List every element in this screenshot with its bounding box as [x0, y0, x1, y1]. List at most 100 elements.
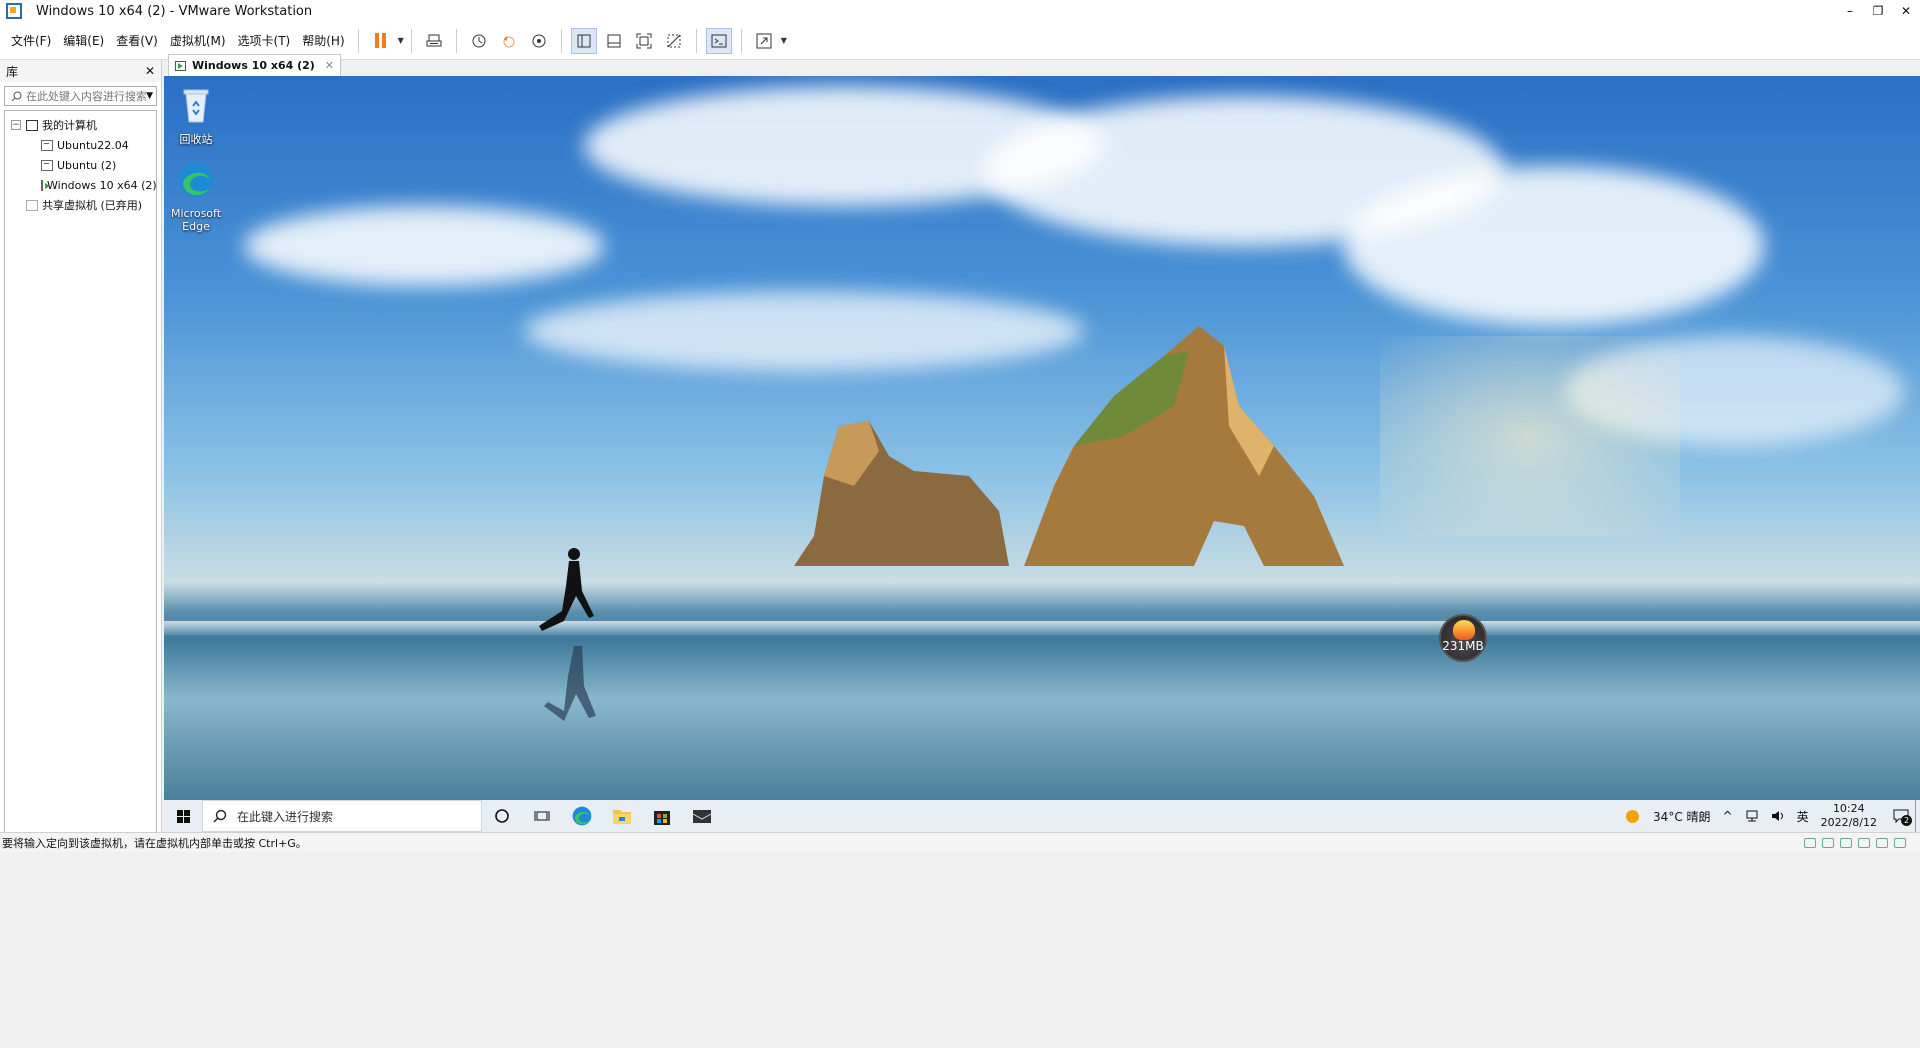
stretch-dropdown[interactable]: ▼ [781, 36, 787, 45]
desktop-icon-label: Microsoft Edge [170, 207, 222, 233]
tab-strip: Windows 10 x64 (2) ✕ [164, 52, 1920, 76]
network-adapter-icon[interactable] [1840, 837, 1852, 848]
show-library-button[interactable] [570, 27, 597, 54]
desktop-icon-edge[interactable]: Microsoft Edge [165, 160, 227, 233]
windows-logo-icon [176, 809, 190, 823]
store-icon [654, 811, 670, 825]
clock-date: 2022/8/12 [1820, 816, 1877, 829]
menu-edit[interactable]: 编辑(E) [57, 22, 110, 60]
tree-item-ubuntu-2[interactable]: Ubuntu (2) [5, 155, 156, 175]
stretch-icon [756, 33, 772, 48]
stretch-button[interactable] [751, 28, 777, 54]
volume-icon[interactable] [1771, 810, 1785, 822]
unity-button[interactable] [661, 28, 687, 54]
cd-dvd-icon[interactable] [1822, 837, 1834, 848]
taskbar-store[interactable] [642, 800, 682, 832]
snapshot-icon [472, 34, 486, 47]
window-title: Windows 10 x64 (2) - VMware Workstation [36, 3, 313, 19]
edge-icon [572, 806, 592, 826]
menu-file[interactable]: 文件(F) [5, 22, 57, 60]
pause-icon [375, 33, 387, 48]
clock[interactable]: 10:24 2022/8/12 [1821, 802, 1877, 830]
weather-sun-icon [1626, 809, 1640, 823]
memory-booster-badge[interactable]: 231MB [1439, 614, 1487, 662]
tab-close-button[interactable]: ✕ [325, 59, 334, 72]
task-view-icon [534, 811, 550, 821]
hard-disk-icon[interactable] [1804, 837, 1816, 848]
cortana-button[interactable] [482, 800, 522, 832]
full-screen-button[interactable] [631, 28, 657, 54]
library-header: 库 ✕ [0, 60, 161, 82]
close-button[interactable]: ✕ [1892, 0, 1920, 22]
printer-icon[interactable] [1858, 837, 1870, 848]
shoreline [164, 621, 1920, 635]
rock-left [794, 421, 1009, 566]
edge-icon [179, 163, 213, 197]
collapse-toggle[interactable]: − [11, 120, 21, 130]
toolbar-separator [560, 28, 562, 53]
library-search-dropdown[interactable]: ▼ [146, 91, 153, 101]
weather-widget[interactable]: 34°C 晴朗 [1653, 808, 1710, 825]
vm-console[interactable]: 回收站 Microsoft Edge 231MB 在此键入进行搜索 34°C 晴… [164, 76, 1920, 832]
pause-button[interactable] [368, 28, 394, 54]
device-status-icons [1804, 837, 1906, 848]
send-ctrl-alt-del-icon [426, 34, 442, 46]
thumbnail-bar-button[interactable] [601, 28, 627, 54]
desktop-icon-recycle-bin[interactable]: 回收站 [165, 84, 227, 147]
tree-item-shared-vms[interactable]: 共享虚拟机 (已弃用) [5, 195, 156, 215]
sound-card-icon[interactable] [1876, 837, 1888, 848]
taskbar-search[interactable]: 在此键入进行搜索 [202, 800, 482, 832]
library-search-input[interactable] [26, 89, 146, 103]
taskbar-mail[interactable] [682, 800, 722, 832]
computer-icon [26, 119, 38, 131]
pause-dropdown[interactable]: ▼ [398, 36, 404, 45]
tree-item-my-computer[interactable]: − 我的计算机 [5, 115, 156, 135]
snapshot-manager-button[interactable] [526, 28, 552, 54]
notification-count: 2 [1901, 815, 1912, 826]
desktop-icon-label: 回收站 [179, 133, 213, 146]
show-library-icon [577, 34, 591, 47]
console-view-button[interactable] [705, 27, 732, 54]
display-icon[interactable] [1894, 837, 1906, 848]
guest-taskbar: 在此键入进行搜索 34°C 晴朗 ^ 英 10:24 2022/8/12 2 [164, 800, 1920, 832]
restore-button[interactable]: ❐ [1864, 0, 1892, 22]
revert-snapshot-icon [503, 35, 515, 47]
library-title: 库 [6, 64, 19, 79]
library-close-button[interactable]: ✕ [145, 64, 155, 78]
action-center-button[interactable]: 2 [1887, 800, 1915, 832]
take-snapshot-button[interactable] [466, 28, 492, 54]
status-bar: 要将输入定向到该虚拟机，请在虚拟机内部单击或按 Ctrl+G。 [0, 832, 1920, 852]
running-vm-icon [175, 60, 186, 71]
tree-item-windows10[interactable]: Windows 10 x64 (2) [5, 175, 157, 195]
taskbar-edge[interactable] [562, 800, 602, 832]
tray-overflow-chevron[interactable]: ^ [1723, 809, 1733, 823]
sun-glow [1380, 336, 1680, 536]
tree-item-ubuntu2204[interactable]: Ubuntu22.04 [5, 135, 156, 155]
tab-label: Windows 10 x64 (2) [192, 59, 315, 72]
cortana-icon [495, 809, 509, 823]
tree-label: Windows 10 x64 (2) [47, 178, 157, 192]
shared-vm-icon [26, 199, 38, 211]
toolbar-separator [410, 28, 412, 53]
tree-label: 共享虚拟机 (已弃用) [42, 199, 143, 212]
taskbar-file-explorer[interactable] [602, 800, 642, 832]
system-tray: 34°C 晴朗 ^ 英 10:24 2022/8/12 2 [1626, 800, 1920, 832]
show-desktop-button[interactable] [1915, 800, 1920, 832]
ime-indicator[interactable]: 英 [1797, 808, 1809, 825]
network-icon[interactable] [1745, 810, 1759, 822]
toolbar-separator [455, 28, 457, 53]
tree-label: Ubuntu22.04 [57, 138, 129, 152]
menu-view[interactable]: 查看(V) [110, 22, 164, 60]
vm-icon [41, 159, 53, 171]
search-icon [213, 809, 227, 823]
tab-windows10[interactable]: Windows 10 x64 (2) ✕ [168, 54, 342, 76]
minimize-button[interactable]: – [1836, 0, 1864, 22]
send-ctrl-alt-del-button[interactable] [421, 28, 447, 54]
revert-snapshot-button[interactable] [496, 28, 522, 54]
desktop-wallpaper[interactable]: 回收站 Microsoft Edge 231MB [164, 76, 1920, 800]
snapshot-manager-icon [532, 34, 546, 47]
toolbar-separator [740, 28, 742, 53]
library-search[interactable]: ▼ [4, 86, 157, 106]
task-view-button[interactable] [522, 800, 562, 832]
start-button[interactable] [164, 800, 202, 832]
